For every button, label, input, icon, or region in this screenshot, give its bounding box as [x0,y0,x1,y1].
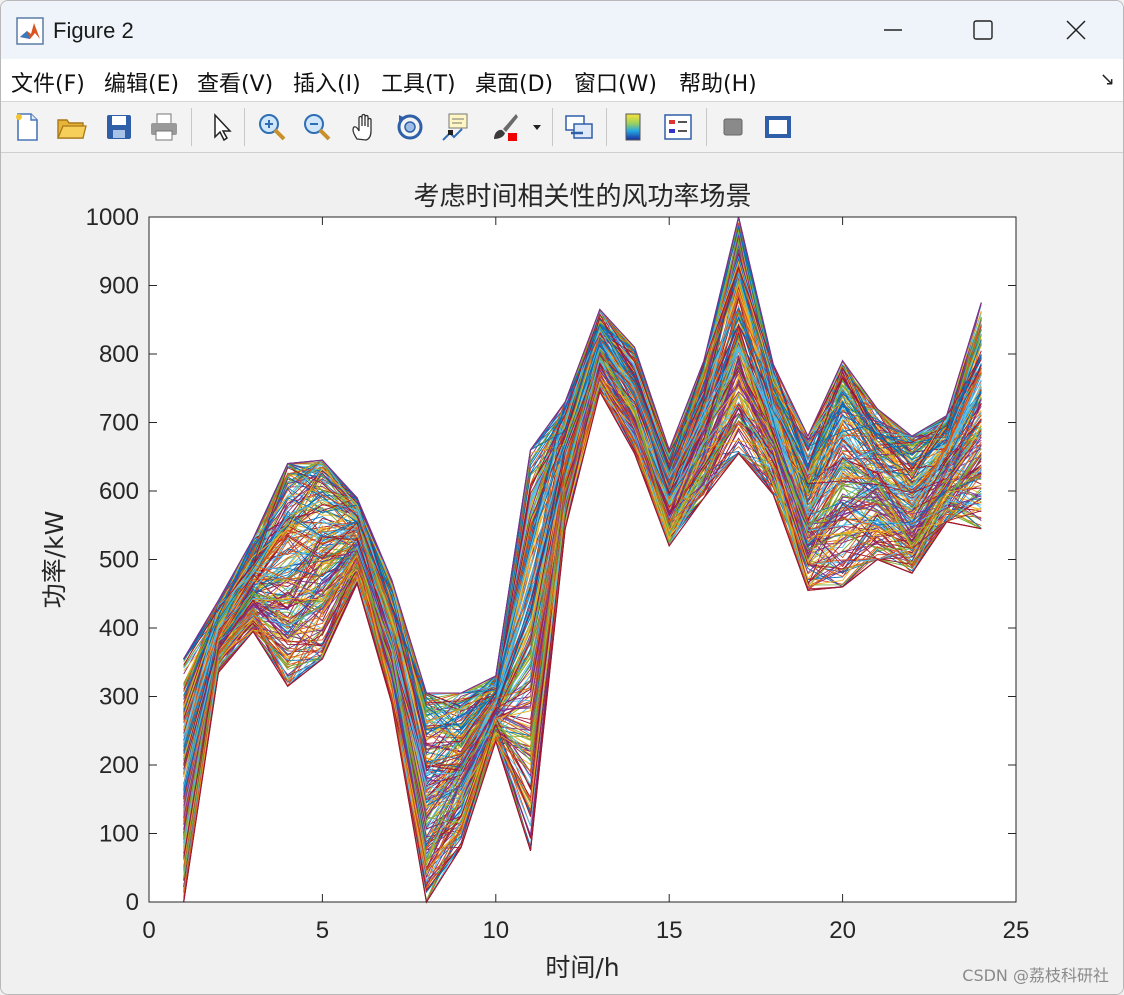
menu-bar: 文件(F) 编辑(E) 查看(V) 插入(I) 工具(T) 桌面(D) 窗口(W… [1,59,1123,102]
x-tick-label: 25 [1003,917,1030,944]
legend-button[interactable] [660,109,696,145]
show-plot-tools-button[interactable] [760,109,796,145]
menu-tools[interactable]: 工具(T) [381,66,456,98]
menu-view[interactable]: 查看(V) [197,66,273,98]
hide-plot-tools-icon [723,118,743,136]
y-tick-label: 1000 [86,204,139,231]
pan-hand-icon [352,113,372,141]
hide-plot-tools-button[interactable] [715,109,751,145]
figure-window: Figure 2 文件(F) 编辑(E) 查看(V) 插入(I) 工具(T) 桌… [0,0,1124,995]
menu-file[interactable]: 文件(F) [11,66,85,98]
y-tick-label: 500 [99,547,139,574]
x-tick-label: 20 [829,917,856,944]
menu-window[interactable]: 窗口(W) [574,66,657,98]
new-figure-icon [16,113,38,141]
x-tick-label: 0 [142,917,155,944]
zoom-out-icon [304,114,331,141]
rotate-button[interactable] [392,109,428,145]
x-tick-label: 5 [316,917,329,944]
y-tick-label: 0 [126,889,139,916]
x-axis-label: 时间/h [545,953,619,982]
y-tick-label: 900 [99,273,139,300]
toolbar-separator [706,108,707,146]
data-cursor-button[interactable] [438,109,474,145]
y-tick-label: 600 [99,478,139,505]
maximize-icon [973,20,993,40]
y-tick-label: 400 [99,615,139,642]
print-button[interactable] [146,109,182,145]
close-icon [1066,20,1086,40]
zoom-in-icon [259,114,286,141]
save-icon [107,115,131,139]
y-tick-label: 800 [99,341,139,368]
menu-desktop[interactable]: 桌面(D) [475,66,553,98]
pan-button[interactable] [346,109,382,145]
menu-edit[interactable]: 编辑(E) [104,66,179,98]
y-tick-label: 100 [99,821,139,848]
toolbar-separator [606,108,607,146]
save-button[interactable] [101,109,137,145]
brush-dropdown[interactable] [528,109,546,145]
legend-icon [664,114,692,140]
link-plot-icon [565,115,593,139]
toolbar-separator [552,108,553,146]
figure-canvas: 0 5 10 15 20 25 0 100 200 300 400 500 600 700 800 900 10… [1,153,1123,994]
colorbar-icon [625,113,641,141]
x-tick-label: 10 [482,917,509,944]
minimize-button[interactable] [847,1,939,59]
title-bar[interactable]: Figure 2 [1,1,1123,59]
menu-help[interactable]: 帮助(H) [679,66,757,98]
open-button[interactable] [53,109,89,145]
select-arrow-icon [214,113,232,142]
dock-icon[interactable]: ↘ [1100,69,1115,90]
colorbar-button[interactable] [615,109,651,145]
window-title: Figure 2 [53,18,134,43]
y-tick-label: 200 [99,752,139,779]
zoom-out-button[interactable] [299,109,335,145]
open-icon [57,119,87,139]
chart-title: 考虑时间相关性的风功率场景 [413,182,751,212]
y-tick-label: 300 [99,684,139,711]
toolbar-separator [244,108,245,146]
watermark: CSDN @荔枝科研社 [962,966,1109,985]
matlab-icon [16,17,44,45]
link-plot-button[interactable] [561,109,597,145]
data-cursor-icon [442,113,468,141]
maximize-button[interactable] [937,1,1029,59]
y-axis-label: 功率/kW [40,511,69,609]
new-figure-button[interactable] [9,109,45,145]
minimize-icon [884,29,902,31]
select-button[interactable] [203,109,239,145]
menu-insert[interactable]: 插入(I) [293,66,361,98]
chevron-down-icon [533,125,541,130]
toolbar [1,102,1123,153]
print-icon [151,113,177,141]
zoom-in-button[interactable] [254,109,290,145]
y-tick-label: 700 [99,410,139,437]
rotate-3d-icon [397,114,423,140]
x-tick-label: 15 [656,917,683,944]
toolbar-separator [191,108,192,146]
brush-button[interactable] [487,109,523,145]
close-button[interactable] [1030,1,1122,59]
brush-icon [494,114,518,141]
line-chart[interactable]: 0 5 10 15 20 25 0 100 200 300 400 500 600 700 800 900 10… [1,153,1123,994]
show-plot-tools-icon [765,116,791,138]
